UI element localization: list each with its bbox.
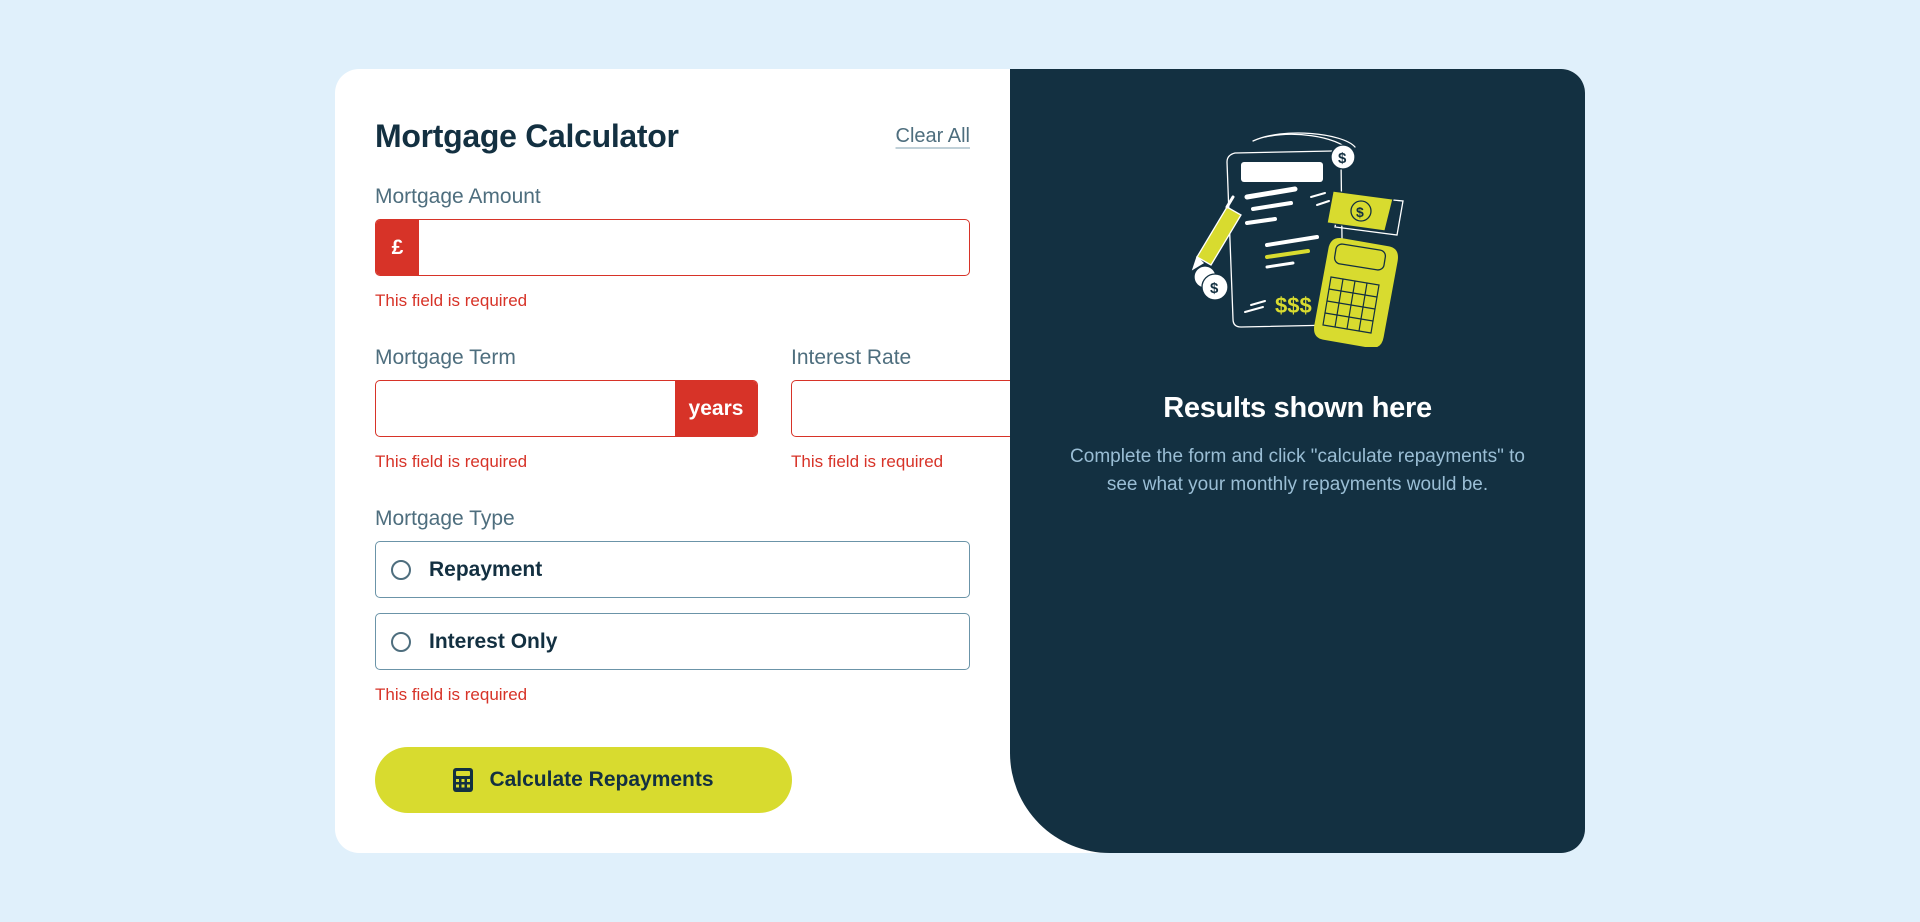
svg-text:$: $ xyxy=(1210,280,1219,297)
mortgage-term-error: This field is required xyxy=(375,452,528,471)
svg-text:$$$: $$$ xyxy=(1275,293,1312,318)
results-panel: $$$ $ $ $ Results shown here Complete th… xyxy=(1010,69,1585,853)
mortgage-type-error: This field is required xyxy=(375,685,528,704)
calculate-repayments-label: Calculate Repayments xyxy=(489,768,714,791)
radio-option-repayment[interactable]: Repayment xyxy=(375,541,970,598)
radio-button-interest-only[interactable] xyxy=(391,631,411,652)
mortgage-term-input[interactable] xyxy=(376,381,675,436)
mortgage-amount-input-wrapper: £ xyxy=(375,219,970,276)
calculator-icon xyxy=(453,768,474,792)
term-rate-row: Mortgage Term years This field is requir… xyxy=(375,346,1142,472)
calculate-repayments-button[interactable]: Calculate Repayments xyxy=(375,747,792,813)
svg-text:$: $ xyxy=(1356,204,1364,220)
mortgage-type-label: Mortgage Type xyxy=(375,507,515,530)
pound-prefix: £ xyxy=(376,220,419,275)
mortgage-term-label: Mortgage Term xyxy=(375,346,516,369)
radio-option-interest-only[interactable]: Interest Only xyxy=(375,613,970,670)
years-suffix: years xyxy=(675,381,757,436)
form-header: Mortgage Calculator Clear All xyxy=(375,113,970,159)
mortgage-amount-input[interactable] xyxy=(419,220,969,275)
mortgage-term-input-wrapper: years xyxy=(375,380,758,437)
svg-text:$: $ xyxy=(1338,150,1347,167)
mortgage-amount-label: Mortgage Amount xyxy=(375,185,541,208)
results-description: Complete the form and click "calculate r… xyxy=(1070,446,1525,495)
radio-label-interest-only: Interest Only xyxy=(429,629,558,653)
mortgage-term-field: Mortgage Term years This field is requir… xyxy=(375,346,758,472)
radio-label-repayment: Repayment xyxy=(429,557,543,581)
results-title: Results shown here xyxy=(1163,392,1432,424)
clear-all-link[interactable]: Clear All xyxy=(896,125,970,148)
calculator-form: Mortgage Calculator Clear All Mortgage A… xyxy=(335,69,1142,853)
mortgage-amount-error: This field is required xyxy=(375,291,528,310)
mortgage-amount-field: Mortgage Amount £ This field is required xyxy=(375,185,970,311)
empty-results-illustration: $$$ $ $ $ xyxy=(1183,127,1413,352)
mortgage-type-field: Mortgage Type Repayment Interest Only Th… xyxy=(375,507,970,705)
page-title: Mortgage Calculator xyxy=(375,117,679,154)
radio-button-repayment[interactable] xyxy=(391,559,411,580)
mortgage-card: Mortgage Calculator Clear All Mortgage A… xyxy=(335,69,1585,853)
